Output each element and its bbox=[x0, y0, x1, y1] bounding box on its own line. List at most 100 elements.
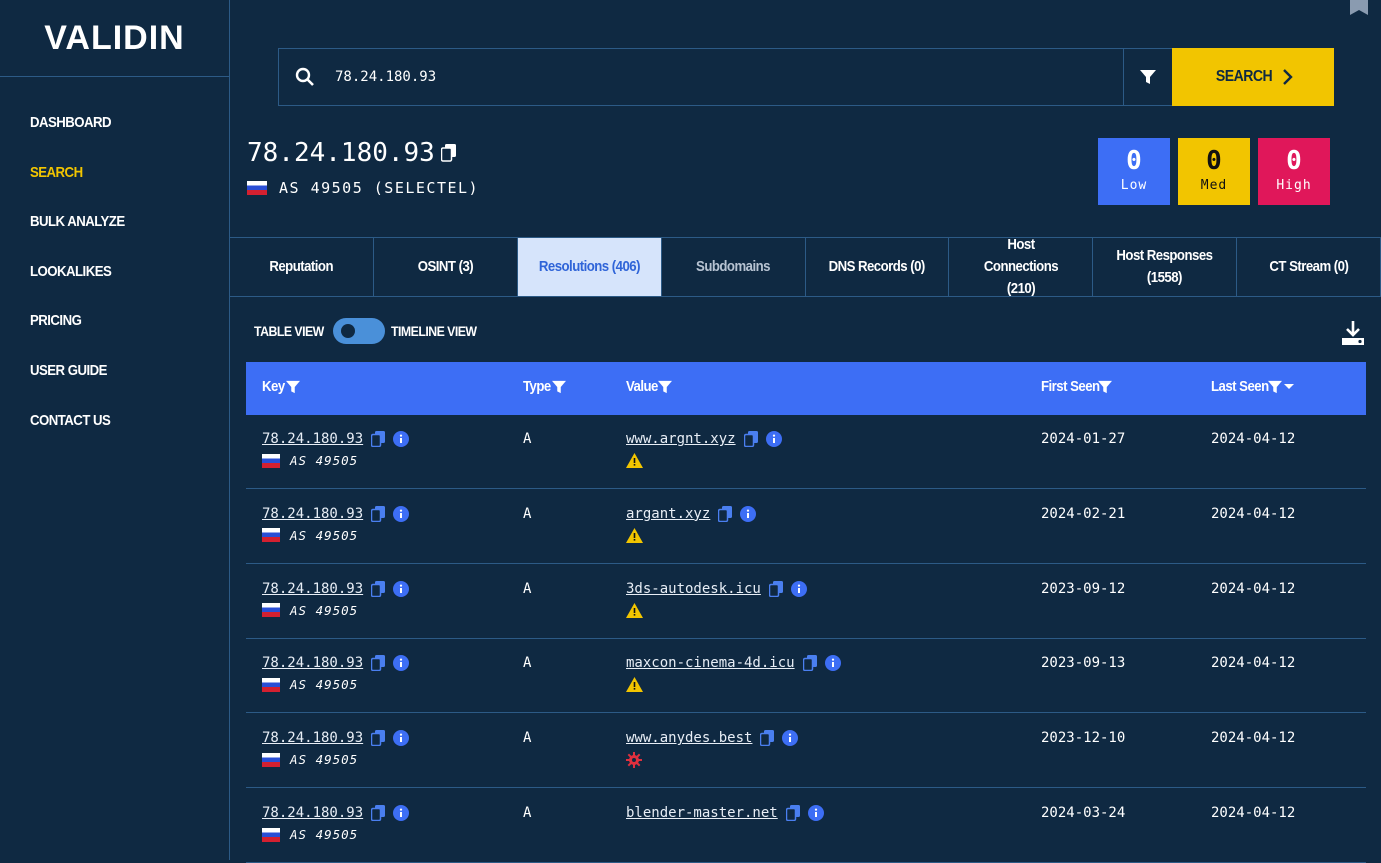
type-cell: A bbox=[523, 730, 532, 747]
tab-label: Subdomains bbox=[696, 258, 771, 275]
filter-icon[interactable] bbox=[551, 380, 566, 394]
warning-icon bbox=[626, 677, 643, 693]
search-button[interactable]: SEARCH bbox=[1172, 48, 1334, 106]
risk-badge-low[interactable]: 0 Low bbox=[1098, 138, 1170, 205]
info-icon[interactable] bbox=[807, 805, 824, 821]
sidebar-item-bulk-analyze[interactable]: BULK ANALYZE bbox=[30, 213, 125, 230]
copy-icon[interactable] bbox=[768, 580, 783, 597]
search-bar bbox=[278, 48, 1124, 106]
info-icon[interactable] bbox=[393, 655, 410, 672]
table-row: 78.24.180.93 AS 49505 A 3ds-autodesk.icu … bbox=[246, 564, 1366, 639]
logo[interactable]: VALIDIN bbox=[0, 0, 229, 77]
copy-icon[interactable] bbox=[371, 431, 386, 447]
tab-osint[interactable]: OSINT (3) bbox=[374, 238, 518, 296]
key-link[interactable]: 78.24.180.93 bbox=[262, 730, 363, 746]
risk-badge-high[interactable]: 0 High bbox=[1258, 138, 1330, 205]
sidebar-item-search[interactable]: SEARCH bbox=[30, 164, 83, 181]
sort-desc-icon[interactable] bbox=[1283, 383, 1294, 390]
tab-label: Reputation bbox=[269, 258, 334, 275]
tab-host-responses[interactable]: Host Responses (1558) bbox=[1093, 238, 1238, 296]
sidebar-item-user-guide[interactable]: USER GUIDE bbox=[30, 362, 107, 379]
tab-subdomains[interactable]: Subdomains bbox=[662, 238, 806, 296]
column-header-key[interactable]: Key bbox=[262, 378, 301, 395]
search-input[interactable] bbox=[335, 69, 1035, 85]
value-link[interactable]: 3ds-autodesk.icu bbox=[626, 581, 761, 597]
tab-label: Resolutions (406) bbox=[538, 258, 641, 275]
copy-icon[interactable] bbox=[802, 655, 817, 672]
warning-icon bbox=[626, 453, 643, 468]
sidebar-item-dashboard[interactable]: DASHBOARD bbox=[30, 114, 112, 131]
tab-host-connections[interactable]: Host Connections (210) bbox=[949, 236, 1094, 297]
tab-reputation[interactable]: Reputation bbox=[230, 238, 374, 296]
view-switch[interactable] bbox=[333, 318, 386, 344]
sidebar-item-pricing[interactable]: PRICING bbox=[30, 312, 82, 329]
last-seen-cell: 2024-04-12 bbox=[1211, 655, 1296, 672]
chevron-right-icon bbox=[1283, 69, 1293, 85]
copy-icon[interactable] bbox=[371, 805, 386, 821]
value-link[interactable]: www.anydes.best bbox=[626, 730, 752, 746]
column-header-first-seen[interactable]: First Seen bbox=[1041, 378, 1112, 395]
key-link[interactable]: 78.24.180.93 bbox=[262, 655, 363, 671]
key-link[interactable]: 78.24.180.93 bbox=[262, 581, 363, 597]
last-seen-cell: 2024-04-12 bbox=[1211, 505, 1296, 522]
key-link[interactable]: 78.24.180.93 bbox=[262, 805, 363, 821]
copy-icon[interactable] bbox=[371, 505, 386, 522]
info-icon[interactable] bbox=[790, 580, 807, 597]
copy-icon[interactable] bbox=[743, 431, 758, 447]
risk-badge-med[interactable]: 0 Med bbox=[1178, 138, 1250, 205]
copy-icon[interactable] bbox=[371, 580, 386, 597]
value-link[interactable]: maxcon-cinema-4d.icu bbox=[626, 655, 795, 671]
warning-icon bbox=[626, 602, 643, 618]
search-button-label: SEARCH bbox=[1215, 68, 1273, 85]
first-seen-cell: 2024-01-27 bbox=[1041, 431, 1126, 447]
info-icon[interactable] bbox=[765, 431, 782, 447]
column-label: Last Seen bbox=[1211, 378, 1269, 395]
info-icon[interactable] bbox=[393, 505, 410, 522]
type-cell: A bbox=[523, 580, 532, 597]
tab-resolutions[interactable]: Resolutions (406) bbox=[517, 238, 662, 296]
key-link[interactable]: 78.24.180.93 bbox=[262, 431, 363, 447]
filter-icon[interactable] bbox=[658, 380, 673, 394]
table-view-label[interactable]: TABLE VIEW bbox=[254, 323, 324, 339]
download-icon[interactable] bbox=[1340, 320, 1366, 346]
copy-icon[interactable] bbox=[785, 805, 800, 821]
type-cell: A bbox=[523, 505, 532, 522]
info-icon[interactable] bbox=[824, 655, 841, 672]
info-icon[interactable] bbox=[740, 505, 757, 522]
column-header-type[interactable]: Type bbox=[523, 378, 566, 395]
russia-flag-icon bbox=[247, 181, 267, 195]
filter-icon[interactable] bbox=[286, 380, 301, 394]
column-header-value[interactable]: Value bbox=[626, 378, 673, 395]
info-icon[interactable] bbox=[393, 730, 410, 747]
column-label: First Seen bbox=[1041, 378, 1100, 395]
filter-button[interactable] bbox=[1123, 48, 1173, 106]
info-icon[interactable] bbox=[782, 730, 799, 747]
copy-icon[interactable] bbox=[440, 144, 457, 162]
key-link[interactable]: 78.24.180.93 bbox=[262, 506, 363, 522]
sidebar-item-lookalikes[interactable]: LOOKALIKES bbox=[30, 263, 112, 280]
copy-icon[interactable] bbox=[371, 655, 386, 672]
timeline-view-label[interactable]: TIMELINE VIEW bbox=[391, 323, 477, 339]
asn-label: AS 49505 bbox=[290, 827, 359, 842]
info-icon[interactable] bbox=[393, 580, 410, 597]
russia-flag-icon bbox=[262, 603, 280, 618]
bookmark-icon[interactable] bbox=[1350, 0, 1368, 16]
view-toggle: TABLE VIEW TIMELINE VIEW bbox=[254, 318, 489, 344]
value-link[interactable]: argant.xyz bbox=[626, 506, 710, 522]
tab-label: CT Stream (0) bbox=[1269, 258, 1349, 275]
tab-dns-records[interactable]: DNS Records (0) bbox=[806, 238, 950, 296]
type-cell: A bbox=[523, 431, 532, 447]
table-header: Key Type Value First Seen Last Seen bbox=[246, 362, 1366, 415]
copy-icon[interactable] bbox=[718, 505, 733, 522]
logo-text: VALIDIN bbox=[44, 18, 185, 57]
copy-icon[interactable] bbox=[760, 730, 775, 747]
tab-ct-stream[interactable]: CT Stream (0) bbox=[1237, 238, 1381, 296]
filter-icon[interactable] bbox=[1267, 380, 1282, 394]
copy-icon[interactable] bbox=[371, 730, 386, 747]
sidebar-item-contact-us[interactable]: CONTACT US bbox=[30, 412, 111, 429]
info-icon[interactable] bbox=[393, 805, 410, 821]
column-header-last-seen[interactable]: Last Seen bbox=[1211, 378, 1294, 395]
value-link[interactable]: www.argnt.xyz bbox=[626, 431, 736, 447]
value-link[interactable]: blender-master.net bbox=[626, 805, 778, 821]
info-icon[interactable] bbox=[393, 431, 410, 447]
